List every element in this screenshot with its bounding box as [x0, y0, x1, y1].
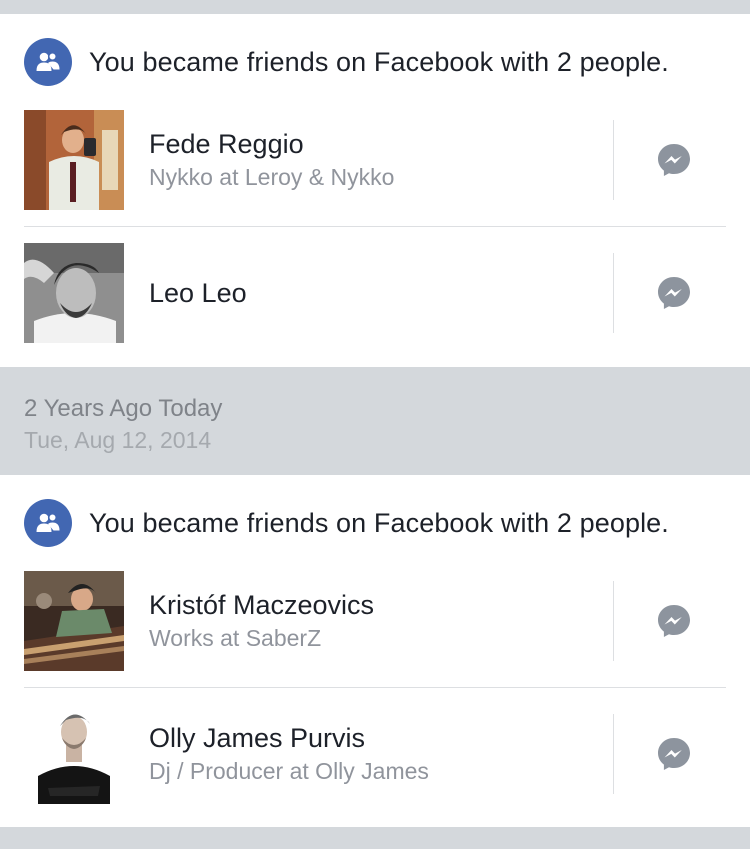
messenger-icon — [658, 738, 690, 770]
friends-icon — [24, 38, 72, 86]
friend-subtitle: Works at SaberZ — [149, 625, 322, 651]
friend-row[interactable]: Leo Leo — [24, 243, 726, 343]
messenger-icon — [658, 144, 690, 176]
friend-subtitle: Nykko at Leroy & Nykko — [149, 164, 395, 190]
friend-info: Olly James Purvis Dj / Producer at Olly … — [149, 704, 429, 804]
row-divider — [24, 687, 726, 688]
message-button[interactable] — [654, 601, 694, 641]
friends-icon — [24, 499, 72, 547]
divider — [613, 253, 614, 333]
card-header: You became friends on Facebook with 2 pe… — [24, 499, 669, 547]
avatar[interactable] — [24, 110, 124, 210]
messenger-icon — [658, 605, 690, 637]
message-button[interactable] — [654, 140, 694, 180]
friend-row[interactable]: Kristóf Maczeovics Works at SaberZ — [24, 571, 726, 671]
friend-name[interactable]: Kristóf Maczeovics — [149, 588, 374, 622]
divider — [613, 714, 614, 794]
section-title: 2 Years Ago Today — [24, 395, 223, 422]
messenger-icon — [658, 277, 690, 309]
row-divider — [24, 226, 726, 227]
memory-card-1: You became friends on Facebook with 2 pe… — [0, 14, 750, 367]
card-header-text: You became friends on Facebook with 2 pe… — [89, 507, 669, 538]
friend-subtitle: Dj / Producer at Olly James — [149, 758, 429, 784]
message-button[interactable] — [654, 273, 694, 313]
message-button[interactable] — [654, 734, 694, 774]
friend-name[interactable]: Olly James Purvis — [149, 721, 429, 755]
memory-section-label: 2 Years Ago Today Tue, Aug 12, 2014 — [24, 394, 222, 456]
friend-name[interactable]: Fede Reggio — [149, 127, 394, 161]
card-header-text: You became friends on Facebook with 2 pe… — [89, 46, 669, 77]
divider — [613, 581, 614, 661]
friend-name[interactable]: Leo Leo — [149, 276, 247, 310]
avatar[interactable] — [24, 243, 124, 343]
avatar[interactable] — [24, 571, 124, 671]
memory-card-2: You became friends on Facebook with 2 pe… — [0, 475, 750, 827]
avatar[interactable] — [24, 704, 124, 804]
card-header: You became friends on Facebook with 2 pe… — [24, 38, 669, 86]
friend-row[interactable]: Olly James Purvis Dj / Producer at Olly … — [24, 704, 726, 804]
friend-info: Leo Leo — [149, 243, 247, 343]
section-date: Tue, Aug 12, 2014 — [24, 427, 212, 453]
friend-info: Fede Reggio Nykko at Leroy & Nykko — [149, 110, 394, 210]
friend-row[interactable]: Fede Reggio Nykko at Leroy & Nykko — [24, 110, 726, 210]
friend-info: Kristóf Maczeovics Works at SaberZ — [149, 571, 374, 671]
divider — [613, 120, 614, 200]
